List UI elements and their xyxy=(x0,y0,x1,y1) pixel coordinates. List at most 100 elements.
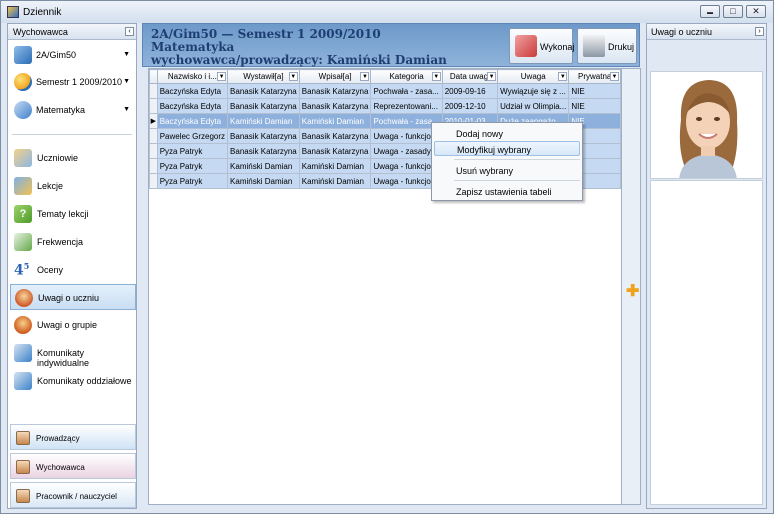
table-cell[interactable]: Pyza Patryk xyxy=(156,173,229,189)
table-cell[interactable]: NIE xyxy=(568,98,621,114)
role-label: Wychowawca xyxy=(36,463,85,472)
table-cell[interactable]: Banasik Katarzyna xyxy=(227,143,300,159)
table-cell[interactable]: Pochwała - zasa... xyxy=(370,83,443,99)
table-cell[interactable]: Kamiński Damian xyxy=(227,173,300,189)
left-sidebar: Wychowawca ‹ 2A/Gim50 ▼ Semestr 1 2009/2… xyxy=(7,23,137,509)
table-cell[interactable]: Wywiązuje się z ... xyxy=(497,83,570,99)
role-button-pracownik[interactable]: Pracownik / nauczyciel xyxy=(10,482,136,508)
filter-dropdown-icon[interactable]: ▼ xyxy=(431,72,441,81)
add-plus-icon[interactable]: ✚ xyxy=(626,281,639,301)
table-cell[interactable]: Baczyńska Edyta xyxy=(156,98,229,114)
sidebar-item-komunikaty-indywidualne[interactable]: Komunikaty indywidualne xyxy=(10,340,136,368)
table-cell[interactable]: Pawelec Grzegorz xyxy=(156,128,229,144)
filter-dropdown-icon[interactable]: ▼ xyxy=(610,72,619,81)
table-cell[interactable]: Kamiński Damian xyxy=(227,158,300,174)
column-header[interactable]: Uwaga ▼ xyxy=(497,69,570,84)
chevron-down-icon: ▼ xyxy=(123,51,130,58)
row-indicator xyxy=(149,173,158,189)
semester-selector[interactable]: Semestr 1 2009/2010 ▼ xyxy=(10,69,134,95)
minimize-icon: ▬ xyxy=(707,10,713,16)
table-cell[interactable]: NIE xyxy=(568,83,621,99)
person-icon xyxy=(16,489,30,503)
table-cell[interactable]: Udział w Olimpia... xyxy=(497,98,570,114)
role-button-prowadzacy[interactable]: Prowadzący xyxy=(10,424,136,450)
table-cell[interactable]: Kamiński Damian xyxy=(298,173,372,189)
table-cell[interactable]: Banasik Katarzyna xyxy=(298,98,372,114)
print-button[interactable]: Drukuj xyxy=(577,28,637,64)
column-header[interactable]: Prywatna ▼ xyxy=(568,69,621,84)
sidebar-item-frekwencja[interactable]: Frekwencja xyxy=(10,229,136,255)
table-cell[interactable]: 2009-12-10 xyxy=(441,98,499,114)
row-indicator-header xyxy=(149,69,158,84)
filter-dropdown-icon[interactable]: ▼ xyxy=(217,72,227,81)
sidebar-item-uwagi-o-grupie[interactable]: Uwagi o grupie xyxy=(10,312,136,338)
group-notes-icon xyxy=(14,316,32,334)
table-cell[interactable]: Kamiński Damian xyxy=(227,113,300,129)
subject-icon xyxy=(14,101,32,119)
table-cell[interactable]: Banasik Katarzyna xyxy=(298,128,372,144)
menu-item-delete-selected[interactable]: Usuń wybrany xyxy=(434,163,580,178)
table-cell[interactable]: Baczyńska Edyta xyxy=(156,83,229,99)
sidebar-item-uwagi-o-uczniu[interactable]: Uwagi o uczniu xyxy=(10,284,136,310)
menu-item-save-table-settings[interactable]: Zapisz ustawienia tabeli xyxy=(434,184,580,199)
class-selector[interactable]: 2A/Gim50 ▼ xyxy=(10,42,134,68)
maximize-button[interactable]: □ xyxy=(723,5,743,18)
table-cell[interactable]: Baczyńska Edyta xyxy=(156,113,229,129)
subject-selector-label: Matematyka xyxy=(36,105,86,115)
column-header[interactable]: Kategoria ▼ xyxy=(370,69,443,84)
table-cell[interactable]: Pyza Patryk xyxy=(156,143,229,159)
column-header-label: Wystawił[a] xyxy=(243,72,284,81)
filter-dropdown-icon[interactable]: ▼ xyxy=(288,72,298,81)
sidebar-item-komunikaty-oddzialowe[interactable]: Komunikaty oddziałowe xyxy=(10,368,136,394)
class-messages-icon xyxy=(14,372,32,390)
table-cell[interactable]: Banasik Katarzyna xyxy=(227,98,300,114)
table-row[interactable]: Baczyńska Edyta Banasik Katarzyna Banasik … xyxy=(149,83,621,99)
header-subject: Matematyka xyxy=(151,40,235,54)
table-cell[interactable]: Banasik Katarzyna xyxy=(227,83,300,99)
close-button[interactable]: ✕ xyxy=(746,5,766,18)
table-cell[interactable]: Kamiński Damian xyxy=(298,113,372,129)
student-notes-icon xyxy=(15,289,33,307)
sidebar-item-lekcje[interactable]: Lekcje xyxy=(10,173,136,199)
table-row[interactable]: Baczyńska Edyta Banasik Katarzyna Banasik … xyxy=(149,98,621,114)
row-indicator xyxy=(149,128,158,144)
table-cell[interactable]: Kamiński Damian xyxy=(298,158,372,174)
menu-item-add-new[interactable]: Dodaj nowy xyxy=(434,126,580,141)
maximize-icon: □ xyxy=(730,6,736,16)
table-cell[interactable]: Banasik Katarzyna xyxy=(227,128,300,144)
filter-dropdown-icon[interactable]: ▼ xyxy=(487,72,497,81)
filter-dropdown-icon[interactable]: ▼ xyxy=(360,72,370,81)
sidebar-item-oceny[interactable]: 45 Oceny xyxy=(10,257,136,283)
header-teacher: wychowawca/prowadzący: Kamiński Damian xyxy=(151,53,447,67)
chevron-down-icon: ▼ xyxy=(123,106,130,113)
individual-messages-icon xyxy=(14,344,32,362)
collapse-sidebar-icon[interactable]: ‹ xyxy=(125,27,134,36)
expand-panel-icon[interactable]: › xyxy=(755,27,764,36)
menu-item-modify-selected[interactable]: Modyfikuj wybrany xyxy=(434,141,580,156)
column-header[interactable]: Nazwisko i i... ▼ xyxy=(156,69,229,84)
execute-button[interactable]: Wykonaj xyxy=(509,28,574,64)
menu-item-label: Dodaj nowy xyxy=(456,129,504,139)
window-title: Dziennik xyxy=(23,7,62,18)
column-header-label: Nazwisko i i... xyxy=(167,72,217,81)
table-cell[interactable]: Banasik Katarzyna xyxy=(298,143,372,159)
role-button-wychowawca[interactable]: Wychowawca xyxy=(10,453,136,479)
filter-dropdown-icon[interactable]: ▼ xyxy=(558,72,568,81)
column-header[interactable]: Wystawił[a] ▼ xyxy=(227,69,300,84)
table-cell[interactable]: Banasik Katarzyna xyxy=(298,83,372,99)
lessons-icon xyxy=(14,177,32,195)
row-indicator: ▶ xyxy=(149,113,158,129)
menu-item-label: Usuń wybrany xyxy=(456,166,514,176)
table-cell[interactable]: Reprezentowani... xyxy=(370,98,443,114)
person-icon xyxy=(16,460,30,474)
column-header[interactable]: Wpisał[a] ▼ xyxy=(298,69,372,84)
sidebar-item-label: Komunikaty oddziałowe xyxy=(37,376,132,386)
sidebar-item-tematy-lekcji[interactable]: ? Tematy lekcji xyxy=(10,201,136,227)
column-header[interactable]: Data uwagi ▼ xyxy=(441,69,499,84)
table-cell[interactable]: Pyza Patryk xyxy=(156,158,229,174)
minimize-button[interactable]: ▬ xyxy=(700,5,720,18)
title-bar[interactable]: Dziennik ▬ □ ✕ xyxy=(1,1,773,23)
table-cell[interactable]: 2009-09-16 xyxy=(441,83,499,99)
sidebar-item-uczniowie[interactable]: Uczniowie xyxy=(10,145,136,171)
subject-selector[interactable]: Matematyka ▼ xyxy=(10,97,134,123)
